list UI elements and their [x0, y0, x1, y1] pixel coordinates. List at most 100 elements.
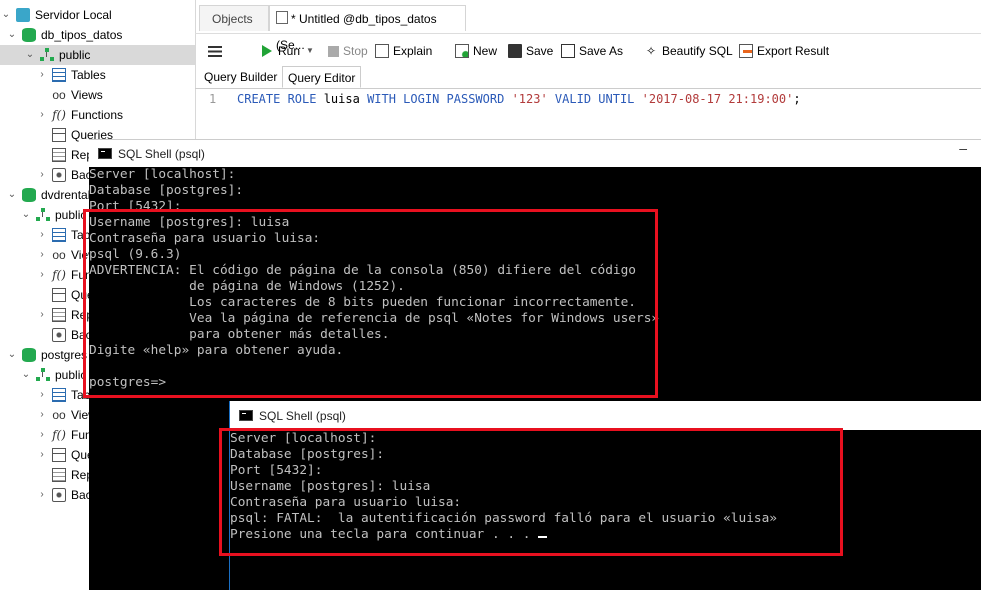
chevron-right-icon[interactable]: › [36, 165, 48, 185]
tree-node-tables[interactable]: › Tables [36, 65, 106, 85]
sql-keyword: CREATE ROLE [237, 92, 317, 106]
table-icon [52, 68, 66, 82]
chevron-down-icon[interactable]: ⌄ [20, 365, 32, 385]
minimize-button[interactable]: ‒ [959, 140, 967, 156]
save-as-icon [561, 44, 575, 58]
chevron-down-icon[interactable]: ⌄ [6, 185, 18, 205]
window-titlebar[interactable]: SQL Shell (psql) [230, 401, 981, 430]
console-line: psql: FATAL: la autentificación password… [230, 511, 778, 526]
explain-button[interactable]: Explain [375, 41, 432, 61]
query-toolbar: Run ▼ Stop Explain New Save Save As ✧ Be… [195, 33, 981, 67]
chevron-down-icon[interactable]: ⌄ [6, 25, 18, 45]
console-output: Server [localhost]: Database [postgres]:… [230, 431, 777, 543]
line-number: 1 [209, 92, 217, 106]
chevron-down-icon[interactable]: ⌄ [24, 45, 36, 65]
magic-wand-icon: ✧ [645, 44, 657, 58]
menu-button[interactable] [208, 41, 222, 61]
export-result-button[interactable]: Export Result [739, 41, 829, 61]
console-line: Presione una tecla para continuar . . . [230, 527, 539, 542]
tree-label: Servidor Local [35, 8, 112, 22]
console-line: Los caracteres de 8 bits pueden funciona… [89, 295, 637, 310]
console-line: Database [postgres]: [89, 183, 244, 198]
report-icon [52, 308, 66, 322]
tree-node-views[interactable]: oo Views [36, 85, 102, 105]
server-icon [16, 8, 30, 22]
tree-node-postgres[interactable]: ⌄ postgres [6, 345, 87, 365]
function-icon: f() [52, 268, 66, 282]
schema-icon [36, 368, 50, 382]
run-button[interactable]: Run ▼ [262, 41, 314, 61]
chevron-right-icon[interactable]: › [36, 405, 48, 425]
tree-label: Tables [71, 68, 106, 82]
hamburger-icon [208, 45, 222, 57]
database-icon [22, 28, 36, 42]
console-line: Vea la página de referencia de psql «Not… [89, 311, 660, 326]
view-icon: oo [52, 408, 66, 422]
chevron-right-icon[interactable]: › [36, 225, 48, 245]
console-line: Server [localhost]: [230, 431, 377, 446]
chevron-right-icon[interactable]: › [36, 245, 48, 265]
tree-node-public[interactable]: ⌄ public [20, 365, 86, 385]
tree-node-server[interactable]: ⌄ Servidor Local [0, 5, 112, 25]
chevron-right-icon[interactable]: › [36, 105, 48, 125]
console-output: Server [localhost]: Database [postgres]:… [89, 167, 659, 391]
sql-string: '2017-08-17 21:19:00' [634, 92, 794, 106]
function-icon: f() [52, 108, 66, 122]
tree-label: db_tipos_datos [41, 28, 123, 42]
view-icon: oo [52, 88, 66, 102]
stop-icon [328, 45, 339, 57]
tree-node-db-tipos-datos[interactable]: ⌄ db_tipos_datos [6, 25, 122, 45]
save-as-button[interactable]: Save As [561, 41, 623, 61]
chevron-down-icon[interactable]: ⌄ [6, 345, 18, 365]
chevron-down-icon[interactable]: ⌄ [0, 5, 12, 25]
schema-icon [40, 48, 54, 62]
tree-node-public-selected[interactable]: ⌄ public [0, 45, 195, 65]
console-line: Username [postgres]: luisa [89, 215, 290, 230]
window-titlebar[interactable]: SQL Shell (psql) ‒ [89, 139, 981, 167]
chevron-right-icon[interactable]: › [36, 445, 48, 465]
chevron-right-icon[interactable]: › [36, 485, 48, 505]
console-line: de página de Windows (1252). [89, 279, 405, 294]
tab-query-builder[interactable]: Query Builder [199, 66, 282, 88]
query-icon [52, 288, 66, 302]
query-tab-icon [276, 11, 288, 24]
new-icon [455, 44, 469, 58]
tab-query-editor[interactable]: Query Editor [282, 66, 362, 88]
console-line: Username [postgres]: luisa [230, 479, 431, 494]
tree-node-dvdrental[interactable]: ⌄ dvdrental [6, 185, 90, 205]
chevron-down-icon[interactable]: ⌄ [20, 205, 32, 225]
tab-untitled-query[interactable]: * Untitled @db_tipos_datos (Se... [269, 5, 466, 52]
chevron-right-icon[interactable]: › [36, 385, 48, 405]
tree-node-public[interactable]: ⌄ public [20, 205, 86, 225]
report-icon [52, 468, 66, 482]
tree-label: Functions [71, 108, 124, 122]
tab-objects[interactable]: Objects [199, 5, 269, 31]
chevron-right-icon[interactable]: › [36, 265, 48, 285]
view-icon: oo [52, 248, 66, 262]
tab-bar: Objects * Untitled @db_tipos_datos (Se..… [195, 5, 981, 52]
chevron-right-icon[interactable]: › [36, 425, 48, 445]
save-button[interactable]: Save [508, 41, 553, 61]
database-icon [22, 348, 36, 362]
backup-icon [52, 488, 66, 502]
sql-shell-window-2[interactable]: SQL Shell (psql) Server [localhost]: Dat… [229, 401, 981, 590]
console-line: Contraseña para usuario luisa: [89, 231, 321, 246]
dropdown-arrow-icon[interactable]: ▼ [306, 41, 314, 61]
chevron-right-icon[interactable]: › [36, 65, 48, 85]
console-icon [98, 148, 112, 159]
beautify-sql-button[interactable]: ✧ Beautify SQL [644, 41, 733, 61]
console-prompt: postgres=> [89, 375, 167, 390]
sql-terminator: ; [793, 92, 801, 106]
sql-identifier: luisa [316, 92, 368, 106]
console-line: para obtener más detalles. [89, 327, 390, 342]
schema-icon [36, 208, 50, 222]
tree-label: dvdrental [41, 188, 91, 202]
sql-editor[interactable]: 1 CREATE ROLE luisa WITH LOGIN PASSWORD … [195, 89, 981, 139]
editor-mode-tabs: Query Builder Query Editor [195, 66, 981, 89]
sql-code-line[interactable]: CREATE ROLE luisa WITH LOGIN PASSWORD '1… [237, 92, 801, 106]
chevron-right-icon[interactable]: › [36, 305, 48, 325]
text-cursor [538, 536, 548, 538]
sql-string: '123' [504, 92, 555, 106]
new-query-button[interactable]: New [455, 41, 497, 61]
tree-node-functions[interactable]: › f() Functions [36, 105, 123, 125]
